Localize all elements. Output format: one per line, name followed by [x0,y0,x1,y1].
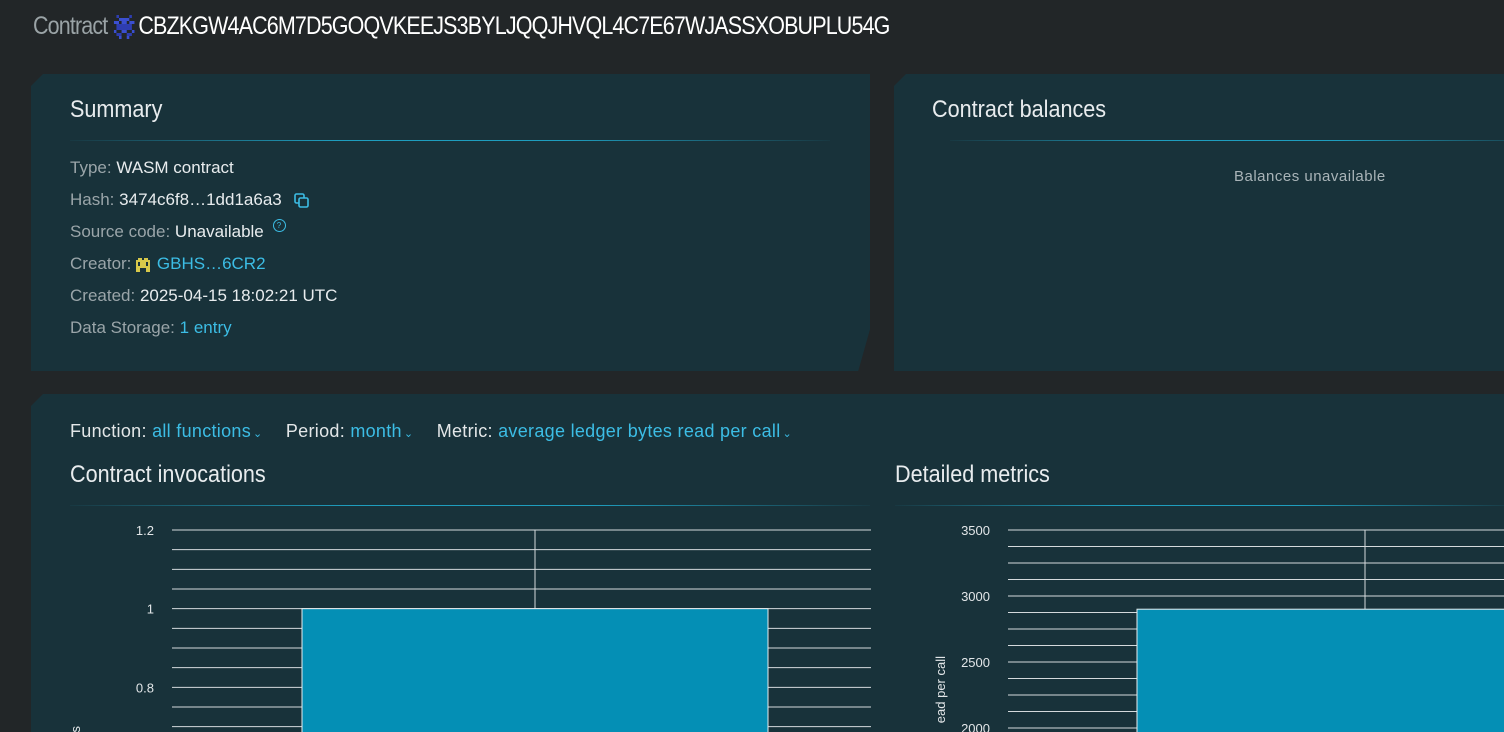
source-code-label: Source code: [70,222,171,241]
contract-page: Contract CBZKGW4AC6M7D5GOQVKEEJS3BYLJQQJ… [0,0,1504,732]
chevron-down-icon: ⌄ [253,428,263,440]
y-axis-label: ics [71,726,83,732]
data-storage-label: Data Storage: [70,318,175,337]
y-tick-label: 1 [147,602,154,617]
type-label: Type: [70,158,112,177]
hash-label: Hash: [70,190,115,209]
detailed-metrics-title: Detailed metrics [895,461,1050,488]
function-filter-value: all functions [152,421,252,441]
creator-row: Creator: GBHS…6CR2 [70,254,266,274]
metric-filter-value: average ledger bytes read per call [498,421,781,441]
metric-filter[interactable]: Metric: average ledger bytes read per ca… [437,421,792,441]
contract-address: CBZKGW4AC6M7D5GOQVKEEJS3BYLJQQJHVQL4C7E6… [138,12,890,40]
function-filter[interactable]: Function: all functions ⌄ [70,421,268,441]
summary-divider [70,140,830,141]
page-title: Contract CBZKGW4AC6M7D5GOQVKEEJS3BYLJQQJ… [33,12,890,41]
bar [1136,608,1504,732]
summary-panel: Summary Type: WASM contract Hash: 3474c6… [31,74,870,371]
created-label: Created: [70,286,136,305]
source-code-value: Unavailable [174,222,264,241]
y-tick-label: 1.2 [136,523,154,538]
balances-divider [950,140,1504,141]
hash-row: Hash: 3474c6f8…1dd1a6a3 [70,190,310,210]
chevron-down-icon: ⌄ [782,428,793,440]
metrics-panel: Function: all functions ⌄ Period: month ⌄ … [31,394,1504,732]
balances-empty-text: Balances unavailable [1234,168,1386,185]
y-axis-label: ead per call [933,656,948,723]
invocations-divider [70,505,870,506]
created-row: Created: 2025-04-15 18:02:21 UTC [70,286,337,306]
detailed-metrics-divider [895,505,1504,506]
function-filter-label: Function: [70,421,147,441]
period-filter-value: month [350,421,402,441]
creator-label: Creator: [70,254,132,273]
period-filter-label: Period: [285,421,346,441]
contract-identicon-icon [114,14,135,39]
source-code-row: Source code: Unavailable ? [70,219,286,242]
y-tick-label: 3500 [961,523,990,538]
chevron-down-icon: ⌄ [403,428,414,440]
y-tick-label: 3000 [961,589,990,604]
page-title-label: Contract [33,12,108,40]
bar [301,608,769,732]
invocations-chart: 0.8 1 1.2 ics [71,523,871,732]
data-storage-row: Data Storage: 1 entry [70,318,232,338]
type-row: Type: WASM contract [70,158,234,178]
y-tick-label: 2500 [961,655,990,670]
copy-icon[interactable] [294,193,310,208]
period-filter[interactable]: Period: month ⌄ [286,421,419,441]
help-icon[interactable]: ? [272,219,286,232]
metrics-filters: Function: all functions ⌄ Period: month ⌄ … [70,421,810,442]
y-tick-label: 2000 [961,721,990,732]
created-value: 2025-04-15 18:02:21 UTC [139,286,338,305]
summary-title: Summary [70,96,163,123]
creator-identicon-icon [136,257,151,272]
invocations-title: Contract invocations [70,461,266,488]
detailed-metrics-chart: 2000 2500 3000 3500 ead per call [933,523,1504,732]
hash-value: 3474c6f8…1dd1a6a3 [119,190,282,209]
metric-filter-label: Metric: [436,421,493,441]
creator-link[interactable]: GBHS…6CR2 [157,254,266,273]
y-tick-label: 0.8 [136,680,154,695]
type-value: WASM contract [116,158,234,177]
data-storage-link[interactable]: 1 entry [180,318,232,337]
balances-panel: Contract balances Balances unavailable [894,74,1504,371]
balances-title: Contract balances [932,96,1107,123]
